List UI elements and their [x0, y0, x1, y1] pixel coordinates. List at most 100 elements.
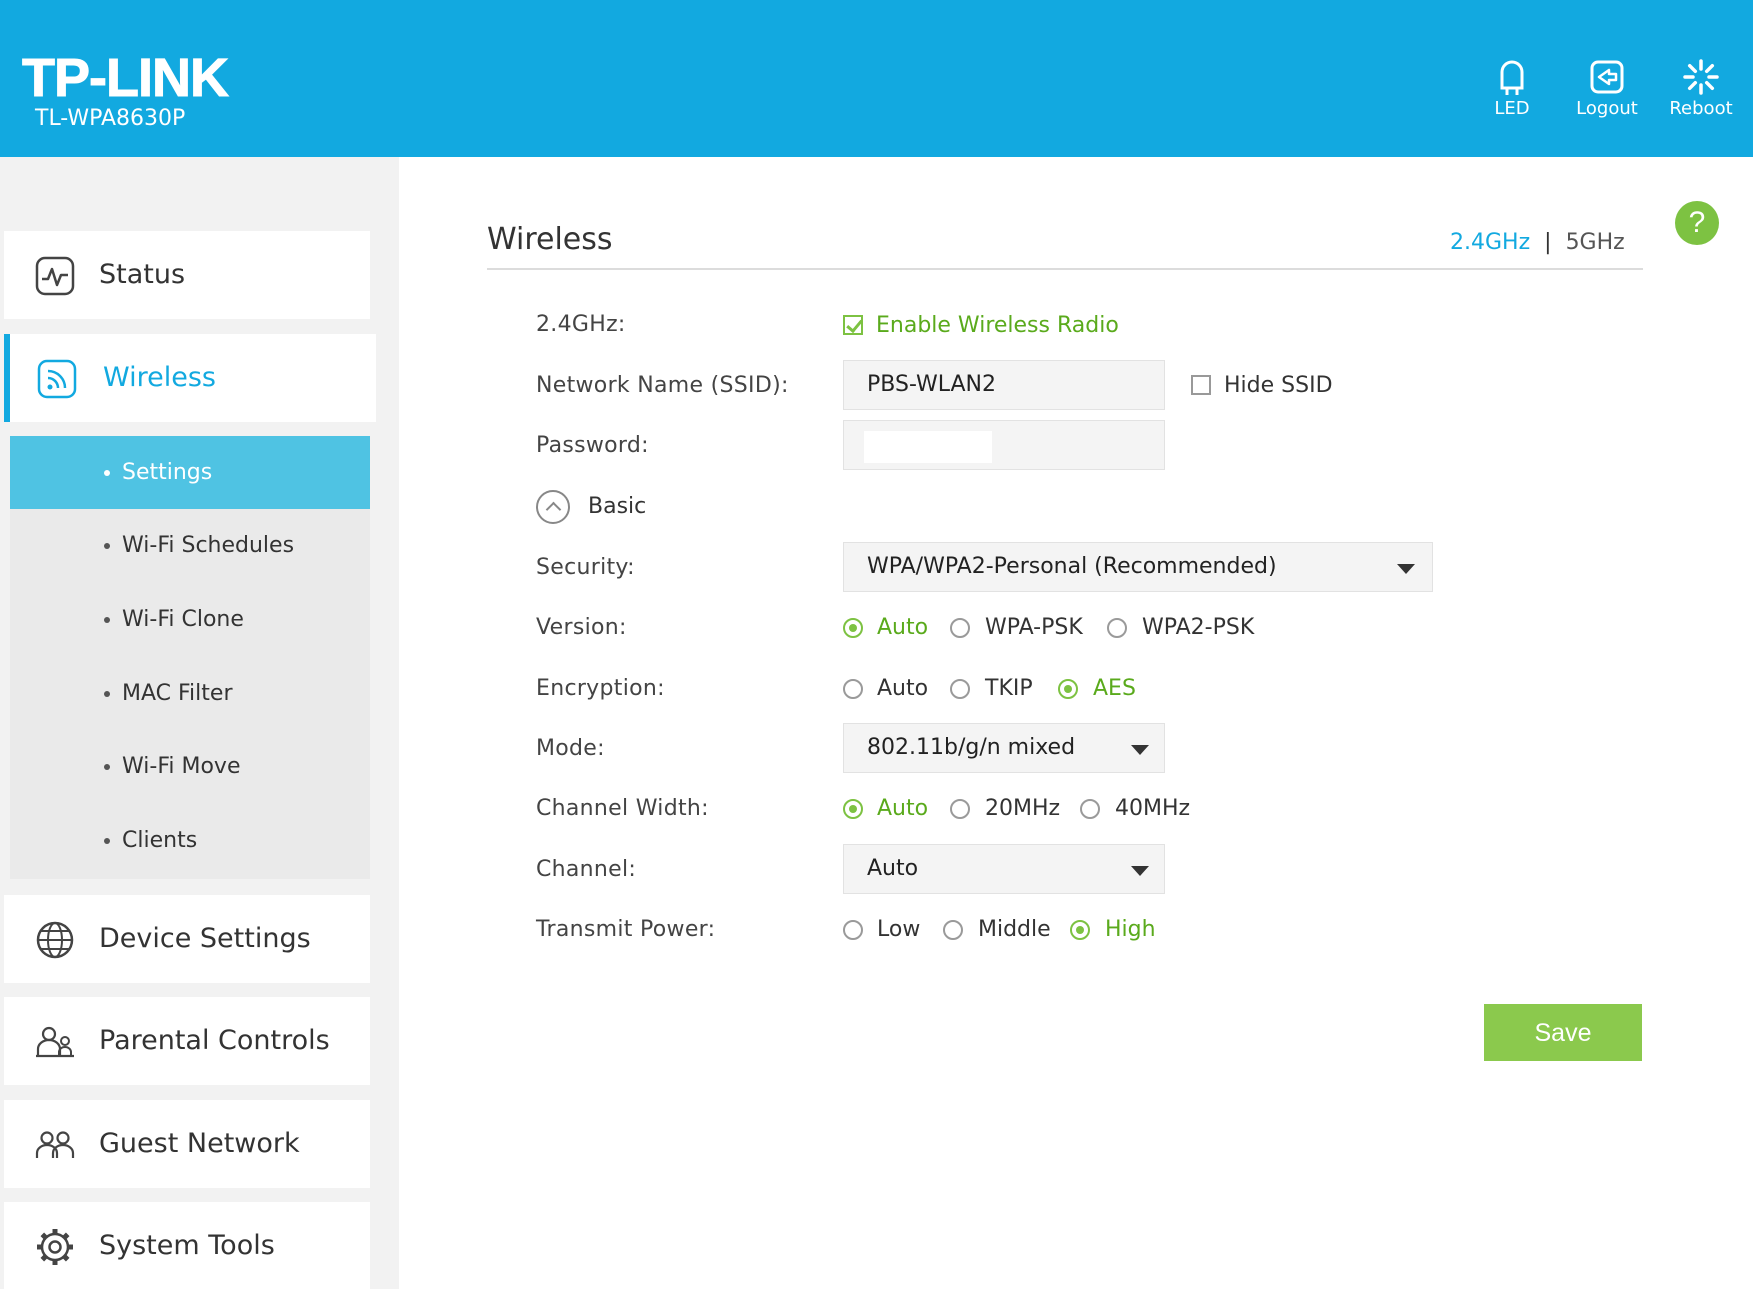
sidebar-item-device-settings[interactable]: Device Settings [4, 895, 370, 983]
encryption-tkip-label[interactable]: TKIP [985, 676, 1033, 701]
password-input[interactable] [843, 420, 1165, 470]
submenu-item-label: MAC Filter [122, 681, 233, 706]
channel-select[interactable]: Auto [843, 844, 1165, 894]
encryption-tkip-radio[interactable] [950, 679, 970, 699]
submenu-item-wifi-clone[interactable]: Wi-Fi Clone [10, 583, 370, 656]
chevron-down-icon [1397, 564, 1415, 574]
submenu-item-wifi-schedules[interactable]: Wi-Fi Schedules [10, 509, 370, 582]
encryption-label: Encryption: [536, 676, 665, 701]
submenu-item-label: Clients [122, 828, 198, 853]
reboot-label: Reboot [1669, 98, 1733, 119]
sidebar-item-status[interactable]: Status [4, 231, 370, 319]
version-wpa-psk-radio[interactable] [950, 618, 970, 638]
enable-wireless-radio-label[interactable]: Enable Wireless Radio [876, 313, 1119, 338]
logout-label: Logout [1576, 98, 1638, 119]
channel-width-auto-label[interactable]: Auto [877, 796, 928, 821]
band-tab-5ghz[interactable]: 5GHz [1566, 230, 1625, 255]
channel-width-40mhz-label[interactable]: 40MHz [1115, 796, 1190, 821]
channel-width-label: Channel Width: [536, 796, 709, 821]
bullet [104, 617, 110, 623]
basic-section-label[interactable]: Basic [588, 494, 646, 519]
transmit-power-middle-radio[interactable] [943, 920, 963, 940]
transmit-power-middle-label[interactable]: Middle [978, 917, 1051, 942]
submenu-item-settings[interactable]: Settings [10, 436, 370, 509]
encryption-aes-radio[interactable] [1058, 679, 1078, 699]
reboot-icon [1683, 59, 1719, 95]
sidebar-item-wireless[interactable]: Wireless [4, 334, 376, 422]
band-switch: 2.4GHz | 5GHz [1450, 230, 1625, 255]
save-button[interactable]: Save [1484, 1004, 1642, 1061]
enable-wireless-radio-checkbox[interactable] [843, 315, 863, 335]
transmit-power-high-radio[interactable] [1070, 920, 1090, 940]
logout-icon [1590, 60, 1624, 94]
band-separator: | [1544, 230, 1552, 255]
encryption-aes-label[interactable]: AES [1093, 676, 1136, 701]
version-wpa2-psk-radio[interactable] [1107, 618, 1127, 638]
wireless-icon [37, 359, 77, 399]
encryption-auto-label[interactable]: Auto [877, 676, 928, 701]
chevron-down-icon [1131, 866, 1149, 876]
reboot-button[interactable]: Reboot [1656, 58, 1746, 119]
mode-label: Mode: [536, 736, 605, 761]
submenu-item-wifi-move[interactable]: Wi-Fi Move [10, 730, 370, 803]
hide-ssid-label[interactable]: Hide SSID [1224, 373, 1333, 398]
channel-width-auto-radio[interactable] [843, 799, 863, 819]
sidebar-item-guest-network[interactable]: Guest Network [4, 1100, 370, 1188]
mode-select[interactable]: 802.11b/g/n mixed [843, 723, 1165, 773]
sidebar-item-system-tools[interactable]: System Tools [4, 1202, 370, 1290]
sidebar-item-parental-controls[interactable]: Parental Controls [4, 997, 370, 1085]
wireless-submenu: Settings Wi-Fi Schedules Wi-Fi Clone MAC… [10, 436, 370, 879]
page-title: Wireless [487, 222, 613, 257]
submenu-item-mac-filter[interactable]: MAC Filter [10, 657, 370, 730]
transmit-power-low-label[interactable]: Low [877, 917, 920, 942]
password-label: Password: [536, 433, 649, 458]
channel-width-20mhz-label[interactable]: 20MHz [985, 796, 1060, 821]
status-icon [35, 256, 75, 296]
globe-icon [36, 921, 74, 959]
bullet [104, 543, 110, 549]
submenu-item-label: Wi-Fi Schedules [122, 533, 295, 558]
hide-ssid-checkbox[interactable] [1191, 375, 1211, 395]
version-wpa-psk-label[interactable]: WPA-PSK [985, 615, 1083, 640]
submenu-item-clients[interactable]: Clients [10, 804, 370, 877]
transmit-power-high-label[interactable]: High [1105, 917, 1156, 942]
transmit-power-label: Transmit Power: [536, 917, 716, 942]
model-name: TL-WPA8630P [35, 106, 186, 131]
bullet [104, 691, 110, 697]
submenu-item-label: Wi-Fi Move [122, 754, 241, 779]
channel-width-20mhz-radio[interactable] [950, 799, 970, 819]
ssid-label: Network Name (SSID): [536, 373, 789, 398]
sidebar-item-label: Wireless [103, 362, 216, 393]
title-divider [487, 268, 1643, 270]
sidebar: Status Wireless Settings Wi-Fi Schedules… [0, 157, 399, 1290]
led-icon [1500, 60, 1524, 95]
led-label: LED [1494, 98, 1530, 119]
version-wpa2-psk-label[interactable]: WPA2-PSK [1142, 615, 1254, 640]
transmit-power-low-radio[interactable] [843, 920, 863, 940]
security-select[interactable]: WPA/WPA2-Personal (Recommended) [843, 542, 1433, 592]
version-auto-radio[interactable] [843, 618, 863, 638]
gear-icon [37, 1229, 73, 1265]
collapse-basic-icon[interactable] [536, 490, 570, 524]
encryption-auto-radio[interactable] [843, 679, 863, 699]
brand-logo: TP-LINK [22, 48, 230, 108]
band-tab-2-4ghz[interactable]: 2.4GHz [1450, 230, 1530, 255]
parental-controls-icon [36, 1026, 74, 1058]
logout-button[interactable]: Logout [1562, 58, 1652, 119]
submenu-item-label: Settings [122, 460, 213, 485]
top-header: TP-LINK TL-WPA8630P LED Logout Reboot [0, 0, 1753, 157]
led-button[interactable]: LED [1467, 58, 1557, 119]
bullet [104, 470, 110, 476]
channel-width-40mhz-radio[interactable] [1080, 799, 1100, 819]
chevron-down-icon [1131, 745, 1149, 755]
version-label: Version: [536, 615, 627, 640]
guest-network-icon [35, 1131, 75, 1158]
mode-value: 802.11b/g/n mixed [867, 735, 1076, 760]
help-icon[interactable]: ? [1675, 201, 1719, 245]
security-label: Security: [536, 555, 635, 580]
sidebar-item-label: Parental Controls [99, 1025, 330, 1056]
ssid-input[interactable]: PBS-WLAN2 [843, 360, 1165, 410]
submenu-item-label: Wi-Fi Clone [122, 607, 244, 632]
sidebar-item-label: Guest Network [99, 1128, 300, 1159]
version-auto-label[interactable]: Auto [877, 615, 928, 640]
